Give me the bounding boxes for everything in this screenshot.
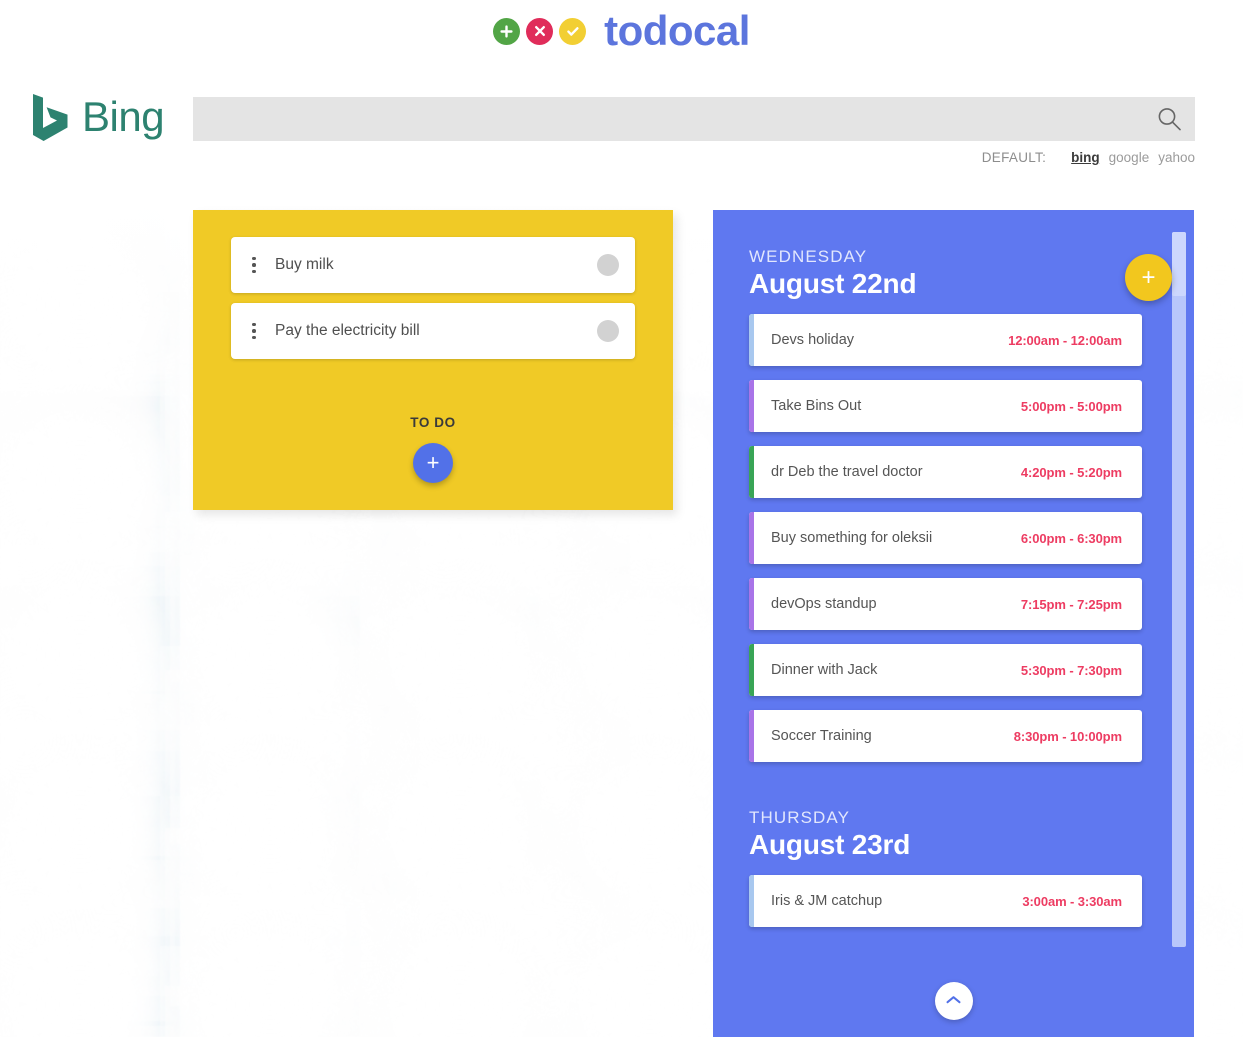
day-weekday: WEDNESDAY [749,247,868,266]
event-time: 7:15pm - 7:25pm [1020,596,1122,612]
engine-option-yahoo[interactable]: yahoo [1158,150,1195,165]
event-color-bar [749,314,754,366]
kebab-menu-icon[interactable] [243,322,265,340]
day-date: August 22nd [749,268,917,299]
add-todo-button[interactable]: + [413,443,453,483]
search-input[interactable] [193,97,1143,141]
todo-panel: Buy milk Pay the electricity bill TO DO … [193,210,673,510]
event-time: 6:00pm - 6:30pm [1020,530,1122,546]
event-card[interactable]: devOps standup 7:15pm - 7:25pm [749,578,1142,630]
todo-footer: TO DO + [193,415,673,483]
event-card[interactable]: Buy something for oleksii 6:00pm - 6:30p… [749,512,1142,564]
event-title: devOps standup [771,596,877,612]
todo-caption: TO DO [410,415,456,430]
todo-complete-toggle[interactable] [597,320,619,342]
app-title: todocal [604,7,750,54]
plus-icon: + [426,450,440,475]
event-time: 8:30pm - 10:00pm [1013,728,1122,744]
calendar-panel: WEDNESDAY August 22nd Devs holiday 12:00… [713,210,1194,1037]
event-title: Buy something for oleksii [771,530,933,546]
plus-icon: + [1141,263,1156,291]
brand-logo-dots [493,17,587,45]
event-title: Iris & JM catchup [771,893,883,909]
day-date: August 23rd [749,829,911,860]
search-box[interactable] [193,97,1195,141]
event-color-bar [749,512,754,564]
search-icon[interactable] [1143,97,1195,141]
event-color-bar [749,875,754,927]
engine-option-bing[interactable]: bing [1071,150,1100,165]
brand-header: todocal [0,0,1243,62]
event-color-bar [749,710,754,762]
event-color-bar [749,446,754,498]
event-time: 5:00pm - 5:00pm [1020,398,1122,414]
event-title: Soccer Training [771,728,872,744]
event-card[interactable]: Iris & JM catchup 3:00am - 3:30am [749,875,1142,927]
todo-item-label: Pay the electricity bill [275,322,420,339]
event-card[interactable]: dr Deb the travel doctor 4:20pm - 5:20pm [749,446,1142,498]
day-header-thursday: THURSDAY August 23rd [749,808,1142,861]
calendar-scrollbar-thumb[interactable] [1172,232,1186,296]
plus-circle-icon [493,17,521,45]
event-title: dr Deb the travel doctor [771,464,923,480]
event-color-bar [749,578,754,630]
event-time: 4:20pm - 5:20pm [1020,464,1122,480]
bing-wordmark: Bing [82,93,165,140]
event-card[interactable]: Devs holiday 12:00am - 12:00am [749,314,1142,366]
day-weekday: THURSDAY [749,808,851,827]
todo-complete-toggle[interactable] [597,254,619,276]
event-card[interactable]: Dinner with Jack 5:30pm - 7:30pm [749,644,1142,696]
x-circle-icon [526,17,554,45]
event-time: 3:00am - 3:30am [1022,893,1122,909]
default-engine-selector: DEFAULT: bing google yahoo [982,150,1195,165]
event-card[interactable]: Take Bins Out 5:00pm - 5:00pm [749,380,1142,432]
event-title: Devs holiday [771,332,855,348]
bing-mark-icon [33,94,68,141]
check-circle-icon [559,17,587,45]
calendar-scroll-area: WEDNESDAY August 22nd Devs holiday 12:00… [713,210,1194,1037]
chevron-up-icon [945,994,962,1009]
add-event-button[interactable]: + [1125,254,1172,301]
scroll-to-top-button[interactable] [934,982,973,1020]
todo-item[interactable]: Buy milk [231,237,635,293]
event-card[interactable]: Soccer Training 8:30pm - 10:00pm [749,710,1142,762]
event-time: 5:30pm - 7:30pm [1020,662,1122,678]
event-title: Take Bins Out [771,398,862,414]
event-time: 12:00am - 12:00am [1008,332,1122,348]
event-title: Dinner with Jack [771,662,878,678]
todo-item-label: Buy milk [275,256,334,273]
engine-option-google[interactable]: google [1109,150,1150,165]
todo-list: Buy milk Pay the electricity bill [193,210,673,359]
bing-logo[interactable]: Bing [30,92,165,142]
event-color-bar [749,380,754,432]
default-engine-label: DEFAULT: [981,150,1047,165]
search-row: Bing DEFAULT: bing google yahoo [0,86,1243,165]
calendar-scrollbar[interactable] [1172,232,1186,947]
event-color-bar [749,644,754,696]
day-header-wednesday: WEDNESDAY August 22nd [749,247,1142,300]
app-root: todocal Bing DEFAULT: bing google yahoo [0,0,1243,1037]
todo-item[interactable]: Pay the electricity bill [231,303,635,359]
kebab-menu-icon[interactable] [243,256,265,274]
